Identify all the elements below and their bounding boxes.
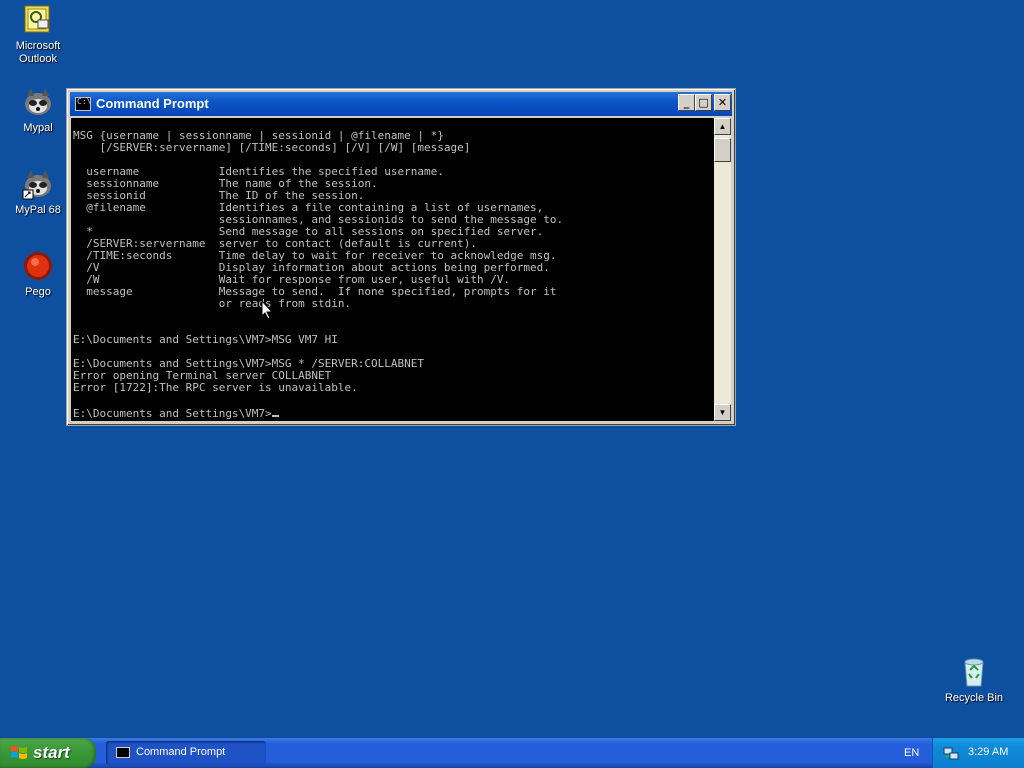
command-prompt-icon — [116, 747, 130, 758]
vertical-scrollbar[interactable]: ▲ ▼ — [714, 118, 731, 421]
console-line: or reads from stdin. — [73, 297, 352, 310]
language-indicator[interactable]: EN — [904, 747, 919, 759]
desktop-icon-microsoft-outlook[interactable]: Microsoft Outlook — [0, 4, 76, 66]
start-label: start — [33, 743, 70, 762]
desktop-icon-label: Recycle Bin — [944, 692, 1004, 704]
desktop-icon-pego[interactable]: Pego — [0, 250, 76, 299]
desktop-icon-label: Microsoft Outlook — [15, 40, 61, 65]
start-button[interactable]: start — [0, 738, 96, 768]
window-titlebar[interactable]: C:\ Command Prompt _ □ ✕ — [70, 92, 732, 116]
outlook-icon — [24, 5, 50, 33]
desktop-icon-mypal-68[interactable]: MyPal 68 — [0, 168, 76, 217]
command-prompt-window[interactable]: C:\ Command Prompt _ □ ✕ MSG {username |… — [66, 88, 736, 426]
desktop-icon-recycle-bin[interactable]: Recycle Bin — [936, 656, 1012, 705]
text-cursor — [271, 406, 279, 417]
taskbar-item-label: Command Prompt — [136, 746, 226, 758]
console-output[interactable]: MSG {username | sessionname | sessionid … — [71, 118, 714, 421]
network-icon[interactable] — [943, 745, 959, 761]
console-line: E:\Documents and Settings\VM7>MSG VM7 HI — [73, 333, 338, 346]
maximize-button[interactable]: □ — [695, 94, 712, 111]
pego-icon — [24, 252, 52, 280]
desktop-icon-label: Pego — [25, 286, 51, 298]
desktop-icon-label: MyPal 68 — [15, 204, 61, 216]
taskbar: start Command Prompt EN 3:29 AM — [0, 738, 1024, 768]
system-tray: 3:29 AM — [932, 738, 1024, 768]
minimize-button[interactable]: _ — [678, 94, 695, 111]
close-button[interactable]: ✕ — [714, 94, 731, 111]
desktop-icon-mypal[interactable]: Mypal — [0, 86, 76, 135]
windows-logo-icon — [11, 746, 27, 759]
recycle-bin-icon — [964, 658, 984, 687]
taskbar-item-command-prompt[interactable]: Command Prompt — [106, 741, 266, 765]
console-line: Error [1722]:The RPC server is unavailab… — [73, 381, 358, 394]
clock[interactable]: 3:29 AM — [968, 746, 1008, 758]
console-line: [/SERVER:servername] [/TIME:seconds] [/V… — [73, 141, 471, 154]
scroll-down-button[interactable]: ▼ — [714, 404, 731, 421]
scroll-up-button[interactable]: ▲ — [714, 118, 731, 135]
command-prompt-icon: C:\ — [75, 97, 91, 111]
mypal-icon — [25, 88, 51, 115]
scroll-thumb[interactable] — [714, 138, 731, 162]
mypal68-icon — [22, 170, 51, 200]
window-title: Command Prompt — [96, 96, 209, 111]
mouse-pointer-icon — [261, 300, 273, 320]
desktop-icon-label: Mypal — [23, 122, 53, 134]
console-line: E:\Documents and Settings\VM7> — [73, 407, 272, 420]
